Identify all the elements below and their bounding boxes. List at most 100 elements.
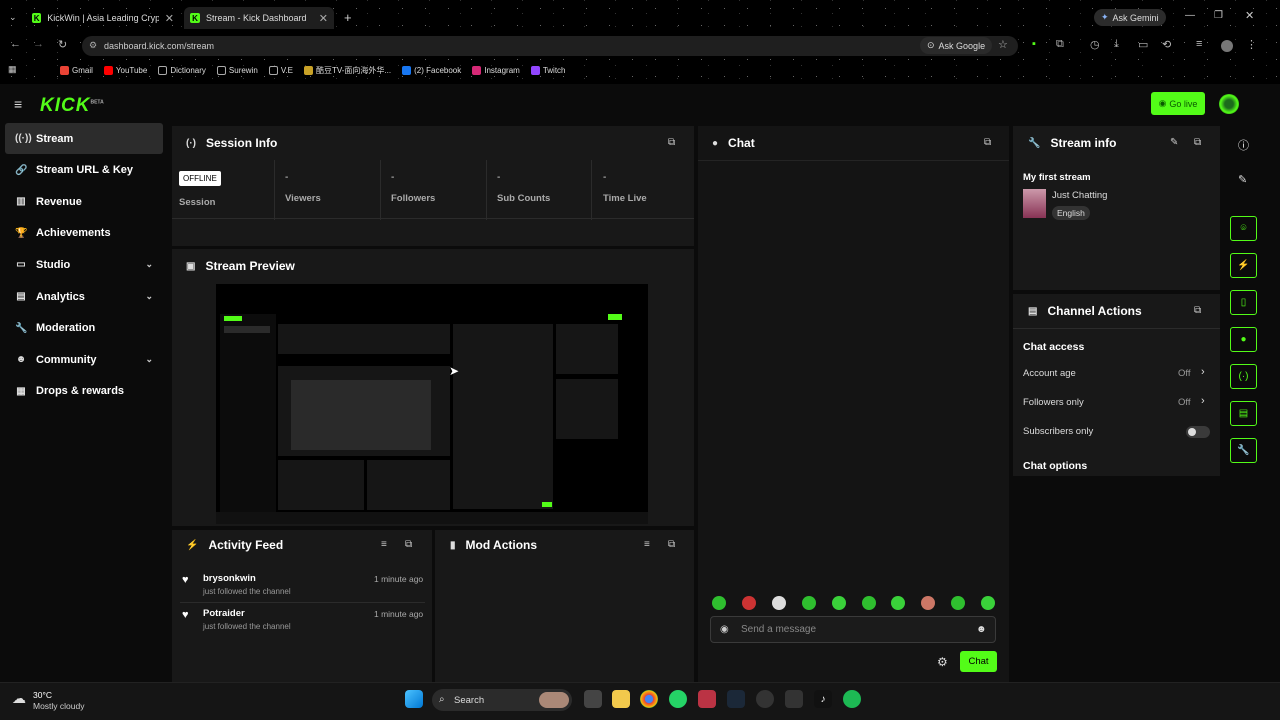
quick-action-wrench-icon[interactable]: 🔧 xyxy=(1230,438,1257,463)
follower-name[interactable]: brysonkwin xyxy=(203,573,256,584)
sidebar-item-stream-url-key[interactable]: 🔗 Stream URL & Key xyxy=(5,155,163,186)
sidebar-item-stream[interactable]: ((·)) Stream xyxy=(5,123,163,154)
popout-icon[interactable]: ⧉ xyxy=(1194,305,1201,316)
emote-icon[interactable] xyxy=(832,596,846,610)
sidebar-item-drops-rewards[interactable]: ▦ Drops & rewards xyxy=(5,376,163,407)
reading-list-icon[interactable]: ≡ xyxy=(1196,38,1202,50)
weather-temp[interactable]: 30°C xyxy=(33,690,52,700)
profile-avatar[interactable] xyxy=(1221,40,1233,52)
popout-icon[interactable]: ⧉ xyxy=(1194,137,1201,148)
sidebar-item-analytics[interactable]: ▤ Analytics ⌄ xyxy=(5,281,163,312)
info-icon[interactable]: ⓘ xyxy=(1238,137,1249,153)
quick-action-document-icon[interactable]: ▯ xyxy=(1230,290,1257,315)
hamburger-menu-icon[interactable]: ≡ xyxy=(14,96,22,112)
close-window-icon[interactable]: ✕ xyxy=(1245,9,1254,22)
emote-icon[interactable] xyxy=(772,596,786,610)
chrome-icon[interactable] xyxy=(640,690,658,708)
cast-icon[interactable]: ▭ xyxy=(1138,38,1148,51)
sidebar-item-community[interactable]: ☻ Community ⌄ xyxy=(5,344,163,375)
tab-list-chevron-icon[interactable]: ⌄ xyxy=(9,12,17,23)
emote-icon[interactable] xyxy=(921,596,935,610)
address-bar[interactable]: ⚙ dashboard.kick.com/stream xyxy=(82,36,1018,56)
quick-action-screenshot-icon[interactable]: ⌾ xyxy=(1230,216,1257,241)
forward-icon[interactable]: → xyxy=(33,38,44,50)
new-tab-icon[interactable]: + xyxy=(344,10,352,25)
bookmark-star-icon[interactable]: ☆ xyxy=(998,38,1008,51)
emote-icon[interactable] xyxy=(891,596,905,610)
bookmark-surewin[interactable]: Surewin xyxy=(216,65,258,75)
subscribers-only-toggle[interactable] xyxy=(1186,426,1210,438)
emote-icon[interactable] xyxy=(862,596,876,610)
quick-action-lightning-icon[interactable]: ⚡ xyxy=(1230,253,1257,278)
bookmark-youtube[interactable]: YouTube xyxy=(103,65,147,75)
popout-icon[interactable]: ⧉ xyxy=(984,137,991,148)
minimize-icon[interactable]: — xyxy=(1185,10,1195,21)
quick-action-broadcast-icon[interactable]: (·) xyxy=(1230,364,1257,389)
app-icon[interactable] xyxy=(756,690,774,708)
emote-icon[interactable] xyxy=(802,596,816,610)
emote-icon[interactable] xyxy=(951,596,965,610)
browser-tab-kickwin[interactable]: K KickWin | Asia Leading Crypto ✕ xyxy=(28,7,178,29)
taskbar-search[interactable]: ⌕ Search xyxy=(432,689,572,711)
sidebar-item-moderation[interactable]: 🔧 Moderation xyxy=(5,313,163,344)
popout-icon[interactable]: ⧉ xyxy=(668,539,675,550)
edit-icon[interactable]: ✎ xyxy=(1238,173,1247,186)
emote-icon[interactable] xyxy=(742,596,756,610)
followers-only-row[interactable]: Followers only Off › xyxy=(1023,395,1213,411)
emote-icon[interactable] xyxy=(712,596,726,610)
extensions-icon[interactable]: ⧉ xyxy=(1056,38,1064,51)
browser-tab-kick-dashboard[interactable]: K Stream - Kick Dashboard ✕ xyxy=(184,7,334,29)
restore-icon[interactable]: ❐ xyxy=(1214,10,1223,21)
filter-icon[interactable]: ≡ xyxy=(644,539,650,550)
ask-google-button[interactable]: ⊙ Ask Google xyxy=(920,37,993,54)
steam-icon[interactable] xyxy=(727,690,745,708)
sidebar-item-studio[interactable]: ▭ Studio ⌄ xyxy=(5,249,163,280)
user-avatar[interactable] xyxy=(1219,94,1239,114)
stream-preview-video[interactable]: ➤ xyxy=(216,284,648,524)
filter-icon[interactable]: ≡ xyxy=(381,539,387,550)
kick-logo[interactable]: KICKBETA xyxy=(40,95,104,117)
download-icon[interactable]: ⤓ xyxy=(1114,38,1119,51)
spotify-icon[interactable] xyxy=(843,690,861,708)
follower-name[interactable]: Potraider xyxy=(203,608,245,619)
chat-message-input[interactable]: ◉ Send a message ☻ xyxy=(710,616,996,643)
chat-send-button[interactable]: Chat xyxy=(960,651,997,672)
emote-icon[interactable] xyxy=(981,596,995,610)
task-view-icon[interactable] xyxy=(584,690,602,708)
emoji-icon[interactable]: ☻ xyxy=(976,624,987,635)
close-tab-icon[interactable]: ✕ xyxy=(319,12,328,25)
site-info-icon[interactable]: ⚙ xyxy=(89,40,97,51)
reload-icon[interactable]: ↻ xyxy=(58,38,67,51)
bookmark-kudoutv[interactable]: 酷豆TV-面向海外华... xyxy=(303,65,391,76)
app-icon[interactable] xyxy=(785,690,803,708)
file-explorer-icon[interactable] xyxy=(612,690,630,708)
category-name[interactable]: Just Chatting xyxy=(1052,190,1107,201)
sidebar-item-revenue[interactable]: ▥ Revenue xyxy=(5,186,163,217)
whatsapp-icon[interactable] xyxy=(669,690,687,708)
sidebar-item-achievements[interactable]: 🏆 Achievements xyxy=(5,218,163,249)
bookmark-twitch[interactable]: Twitch xyxy=(530,65,566,75)
quick-action-chat-icon[interactable]: ● xyxy=(1230,327,1257,352)
quick-action-printer-icon[interactable]: ▤ xyxy=(1230,401,1257,426)
edit-icon[interactable]: ✎ xyxy=(1170,137,1178,148)
bookmark-instagram[interactable]: Instagram xyxy=(472,65,520,75)
popout-icon[interactable]: ⧉ xyxy=(668,137,675,148)
bookmark-dictionary[interactable]: Dictionary xyxy=(158,65,206,75)
account-age-row[interactable]: Account age Off › xyxy=(1023,366,1213,382)
share-icon[interactable]: ⟲ xyxy=(1162,38,1171,51)
back-icon[interactable]: ← xyxy=(10,38,21,50)
tiktok-icon[interactable]: ♪ xyxy=(814,690,832,708)
bookmark-facebook[interactable]: (2) Facebook xyxy=(402,65,461,75)
browser-menu-icon[interactable]: ⋮ xyxy=(1246,38,1257,51)
popout-icon[interactable]: ⧉ xyxy=(405,539,412,550)
apps-grid-icon[interactable]: ▦ xyxy=(8,64,17,75)
history-icon[interactable]: ◷ xyxy=(1090,38,1100,51)
app-icon[interactable] xyxy=(698,690,716,708)
windows-start-icon[interactable] xyxy=(405,690,423,708)
ask-gemini-button[interactable]: ✦ Ask Gemini xyxy=(1094,9,1166,26)
chat-settings-icon[interactable]: ⚙ xyxy=(937,655,948,669)
bookmark-ve[interactable]: V.E xyxy=(268,65,293,75)
go-live-button[interactable]: ◉ Go live xyxy=(1151,92,1205,115)
extension-kick-icon[interactable]: ▪ xyxy=(1032,38,1036,50)
bookmark-gmail[interactable]: Gmail xyxy=(60,65,93,75)
